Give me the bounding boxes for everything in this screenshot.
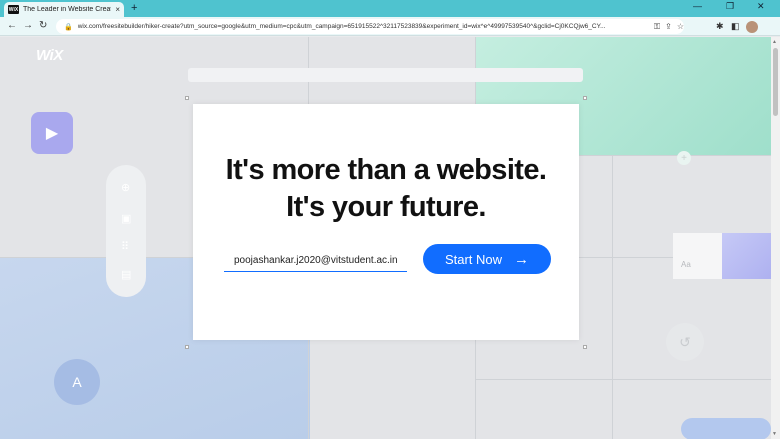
wix-logo: WiX [36, 47, 63, 64]
start-now-button[interactable]: Start Now → [423, 244, 551, 274]
selection-handle [583, 96, 587, 100]
text-style-card: Aa [673, 233, 722, 279]
wix-favicon-icon: WiX [8, 5, 19, 14]
back-icon[interactable]: ← [7, 20, 17, 31]
browser-toolbar: ← → ↻ 🔒 wix.com/freesitebuilder/hiker-cr… [0, 17, 780, 36]
profile-avatar[interactable] [746, 21, 758, 33]
add-icon: ⊕ [121, 182, 131, 194]
minimize-icon[interactable]: — [693, 1, 702, 11]
color-card [722, 233, 771, 279]
maximize-icon[interactable]: ❐ [726, 1, 734, 12]
url-text[interactable]: wix.com/freesitebuilder/hiker-create?utm… [78, 23, 649, 30]
sidebar-icon[interactable]: ◧ [731, 21, 740, 32]
headline-line-1: It's more than a website. [225, 154, 547, 186]
close-window-icon[interactable]: ✕ [757, 1, 765, 12]
browser-tabbar: WiX The Leader in Website Creation | × +… [0, 0, 780, 17]
share-icon[interactable]: ⇪ [665, 22, 672, 31]
key-icon[interactable]: ⚿ [654, 22, 660, 32]
browser-tab[interactable]: WiX The Leader in Website Creation | × [4, 2, 124, 17]
headline-line-2: It's your future. [286, 191, 486, 223]
start-now-label: Start Now [444, 251, 503, 267]
headline: It's more than a website. It's your futu… [193, 152, 579, 226]
email-field[interactable] [224, 250, 407, 272]
selection-handle [583, 345, 587, 349]
selection-handle [185, 345, 189, 349]
plus-icon: + [677, 151, 691, 165]
new-tab-button[interactable]: + [131, 2, 137, 14]
video-tile: ▶ [31, 112, 73, 154]
forward-icon[interactable]: → [23, 20, 33, 31]
apps-icon: ⠿ [121, 241, 130, 253]
play-icon: ▶ [45, 125, 59, 142]
scrollbar-thumb[interactable] [773, 48, 778, 116]
image-icon: ▣ [121, 213, 132, 225]
selection-handle [185, 96, 189, 100]
scroll-up-icon[interactable]: ▲ [772, 39, 777, 45]
grid-line [475, 379, 771, 380]
tab-close-icon[interactable]: × [115, 5, 120, 14]
editor-top-bar [188, 68, 583, 82]
tab-title: The Leader in Website Creation | [23, 6, 111, 13]
page-icon: ▤ [121, 269, 132, 281]
arrow-right-icon: → [514, 250, 530, 268]
lock-icon[interactable]: 🔒 [64, 23, 73, 31]
grid-line [612, 155, 613, 439]
reload-icon[interactable]: ↻ [39, 20, 47, 31]
address-bar[interactable]: 🔒 wix.com/freesitebuilder/hiker-create?u… [56, 19, 684, 34]
design-icon: A [54, 359, 100, 405]
star-icon[interactable]: ☆ [677, 22, 684, 31]
undo-icon: ↺ [666, 323, 704, 361]
extensions-icon[interactable]: ✱ [716, 21, 724, 32]
bottom-pill [681, 418, 771, 439]
scroll-down-icon[interactable]: ▼ [772, 431, 777, 437]
